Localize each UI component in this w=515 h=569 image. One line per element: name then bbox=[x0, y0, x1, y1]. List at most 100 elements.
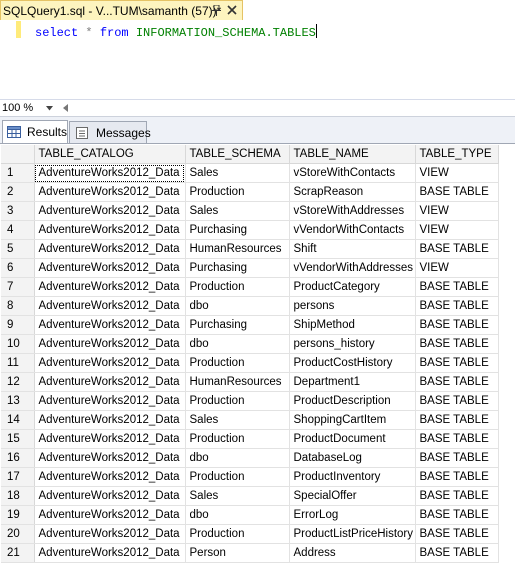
table-cell-name[interactable]: ErrorLog bbox=[289, 505, 416, 525]
table-cell-type[interactable]: BASE TABLE bbox=[415, 182, 499, 202]
table-cell-name[interactable]: persons bbox=[289, 296, 416, 316]
table-cell-schema[interactable]: Sales bbox=[185, 163, 290, 183]
row-number[interactable]: 14 bbox=[1, 410, 35, 430]
chevron-down-icon[interactable] bbox=[46, 106, 53, 111]
table-row[interactable]: 17 AdventureWorks2012_Data Production Produ… bbox=[1, 467, 499, 487]
table-cell-name[interactable]: vVendorWithAddresses bbox=[289, 258, 416, 278]
tab-results[interactable]: Results bbox=[2, 120, 68, 143]
row-number[interactable]: 2 bbox=[1, 182, 35, 202]
table-cell-type[interactable]: BASE TABLE bbox=[415, 505, 499, 525]
table-row[interactable]: 9 AdventureWorks2012_Data Purchasing ShipMe… bbox=[1, 315, 499, 335]
table-cell-catalog[interactable]: AdventureWorks2012_Data bbox=[34, 296, 186, 316]
table-cell-schema[interactable]: HumanResources bbox=[185, 239, 290, 259]
table-row[interactable]: 19 AdventureWorks2012_Data dbo ErrorLog BASE… bbox=[1, 505, 499, 525]
code-line-1[interactable]: select * from INFORMATION_SCHEMA.TABLES bbox=[35, 24, 317, 40]
table-cell-catalog[interactable]: AdventureWorks2012_Data bbox=[34, 163, 186, 183]
table-cell-name[interactable]: ProductDocument bbox=[289, 429, 416, 449]
query-document-tab[interactable]: SQLQuery1.sql - V...TUM\samanth (57))* bbox=[0, 0, 243, 20]
table-cell-schema[interactable]: Sales bbox=[185, 486, 290, 506]
column-header[interactable]: TABLE_NAME bbox=[289, 145, 416, 164]
table-cell-type[interactable]: VIEW bbox=[415, 201, 499, 221]
row-number[interactable]: 5 bbox=[1, 239, 35, 259]
table-cell-schema[interactable]: Person bbox=[185, 543, 290, 563]
table-cell-schema[interactable]: Production bbox=[185, 429, 290, 449]
table-row[interactable]: 20 AdventureWorks2012_Data Production Produ… bbox=[1, 524, 499, 544]
row-number[interactable]: 7 bbox=[1, 277, 35, 297]
table-cell-catalog[interactable]: AdventureWorks2012_Data bbox=[34, 315, 186, 335]
column-header[interactable]: TABLE_SCHEMA bbox=[185, 145, 290, 164]
table-cell-type[interactable]: BASE TABLE bbox=[415, 467, 499, 487]
table-cell-catalog[interactable]: AdventureWorks2012_Data bbox=[34, 277, 186, 297]
table-row[interactable]: 14 AdventureWorks2012_Data Sales ShoppingCa… bbox=[1, 410, 499, 430]
table-cell-name[interactable]: Address bbox=[289, 543, 416, 563]
table-cell-schema[interactable]: Purchasing bbox=[185, 220, 290, 240]
table-cell-catalog[interactable]: AdventureWorks2012_Data bbox=[34, 201, 186, 221]
table-cell-name[interactable]: vVendorWithContacts bbox=[289, 220, 416, 240]
table-cell-schema[interactable]: Production bbox=[185, 182, 290, 202]
table-cell-catalog[interactable]: AdventureWorks2012_Data bbox=[34, 334, 186, 354]
table-cell-name[interactable]: Department1 bbox=[289, 372, 416, 392]
table-cell-catalog[interactable]: AdventureWorks2012_Data bbox=[34, 486, 186, 506]
chevron-left-icon[interactable] bbox=[63, 104, 68, 112]
table-cell-schema[interactable]: Production bbox=[185, 353, 290, 373]
table-row[interactable]: 7 AdventureWorks2012_Data Production Produc… bbox=[1, 277, 499, 297]
table-row[interactable]: 3 AdventureWorks2012_Data Sales vStoreWithA… bbox=[1, 201, 499, 221]
column-header[interactable]: TABLE_TYPE bbox=[415, 145, 499, 164]
table-cell-type[interactable]: BASE TABLE bbox=[415, 524, 499, 544]
table-cell-schema[interactable]: Production bbox=[185, 467, 290, 487]
table-cell-type[interactable]: VIEW bbox=[415, 220, 499, 240]
close-icon[interactable] bbox=[227, 5, 237, 15]
table-cell-catalog[interactable]: AdventureWorks2012_Data bbox=[34, 372, 186, 392]
table-cell-type[interactable]: BASE TABLE bbox=[415, 239, 499, 259]
table-cell-schema[interactable]: Production bbox=[185, 277, 290, 297]
table-cell-catalog[interactable]: AdventureWorks2012_Data bbox=[34, 391, 186, 411]
table-cell-schema[interactable]: Sales bbox=[185, 201, 290, 221]
table-cell-catalog[interactable]: AdventureWorks2012_Data bbox=[34, 182, 186, 202]
table-cell-type[interactable]: VIEW bbox=[415, 258, 499, 278]
row-number[interactable]: 20 bbox=[1, 524, 35, 544]
row-number[interactable]: 12 bbox=[1, 372, 35, 392]
row-number[interactable]: 3 bbox=[1, 201, 35, 221]
table-cell-name[interactable]: vStoreWithContacts bbox=[289, 163, 416, 183]
row-number[interactable]: 1 bbox=[1, 163, 35, 183]
table-cell-catalog[interactable]: AdventureWorks2012_Data bbox=[34, 239, 186, 259]
table-cell-name[interactable]: ProductCostHistory bbox=[289, 353, 416, 373]
row-number[interactable]: 18 bbox=[1, 486, 35, 506]
table-cell-name[interactable]: ScrapReason bbox=[289, 182, 416, 202]
table-cell-name[interactable]: SpecialOffer bbox=[289, 486, 416, 506]
table-cell-catalog[interactable]: AdventureWorks2012_Data bbox=[34, 353, 186, 373]
table-cell-type[interactable]: BASE TABLE bbox=[415, 334, 499, 354]
row-number[interactable]: 8 bbox=[1, 296, 35, 316]
table-row[interactable]: 6 AdventureWorks2012_Data Purchasing vVendo… bbox=[1, 258, 499, 278]
table-cell-schema[interactable]: dbo bbox=[185, 296, 290, 316]
table-row[interactable]: 21 AdventureWorks2012_Data Person Address BA… bbox=[1, 543, 499, 563]
table-cell-catalog[interactable]: AdventureWorks2012_Data bbox=[34, 258, 186, 278]
table-cell-type[interactable]: BASE TABLE bbox=[415, 448, 499, 468]
table-cell-catalog[interactable]: AdventureWorks2012_Data bbox=[34, 448, 186, 468]
table-cell-type[interactable]: BASE TABLE bbox=[415, 353, 499, 373]
table-cell-catalog[interactable]: AdventureWorks2012_Data bbox=[34, 429, 186, 449]
row-number[interactable]: 21 bbox=[1, 543, 35, 563]
table-cell-catalog[interactable]: AdventureWorks2012_Data bbox=[34, 220, 186, 240]
table-cell-catalog[interactable]: AdventureWorks2012_Data bbox=[34, 505, 186, 525]
zoom-select[interactable]: 100 % bbox=[0, 101, 56, 115]
row-number[interactable]: 13 bbox=[1, 391, 35, 411]
table-cell-schema[interactable]: HumanResources bbox=[185, 372, 290, 392]
table-cell-type[interactable]: BASE TABLE bbox=[415, 315, 499, 335]
table-cell-schema[interactable]: Production bbox=[185, 391, 290, 411]
row-number[interactable]: 11 bbox=[1, 353, 35, 373]
table-cell-catalog[interactable]: AdventureWorks2012_Data bbox=[34, 467, 186, 487]
grid-corner[interactable] bbox=[1, 145, 35, 164]
table-row[interactable]: 5 AdventureWorks2012_Data HumanResources Sh… bbox=[1, 239, 499, 259]
table-cell-name[interactable]: ProductInventory bbox=[289, 467, 416, 487]
table-cell-name[interactable]: vStoreWithAddresses bbox=[289, 201, 416, 221]
table-cell-type[interactable]: BASE TABLE bbox=[415, 486, 499, 506]
table-row[interactable]: 2 AdventureWorks2012_Data Production ScrapR… bbox=[1, 182, 499, 202]
table-cell-catalog[interactable]: AdventureWorks2012_Data bbox=[34, 410, 186, 430]
query-editor[interactable]: select * from INFORMATION_SCHEMA.TABLES bbox=[0, 21, 515, 100]
table-cell-schema[interactable]: dbo bbox=[185, 448, 290, 468]
table-cell-type[interactable]: BASE TABLE bbox=[415, 296, 499, 316]
table-row[interactable]: 15 AdventureWorks2012_Data Production Produ… bbox=[1, 429, 499, 449]
row-number[interactable]: 6 bbox=[1, 258, 35, 278]
table-cell-type[interactable]: BASE TABLE bbox=[415, 391, 499, 411]
